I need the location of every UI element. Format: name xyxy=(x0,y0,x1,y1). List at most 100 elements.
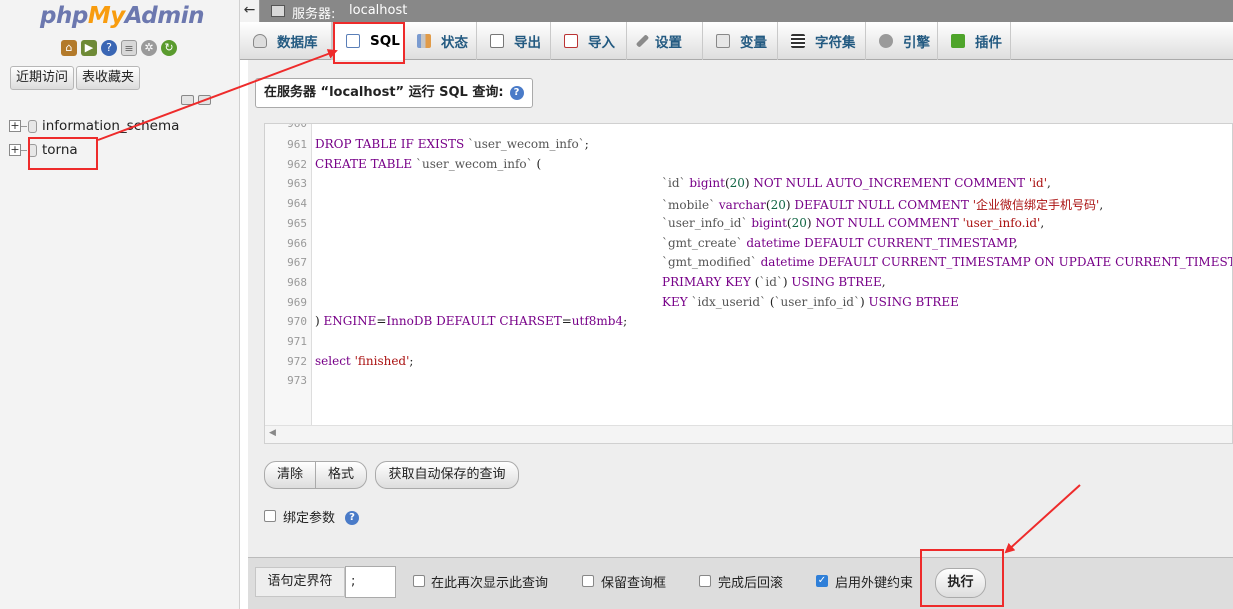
tab-export[interactable]: 导出 xyxy=(477,22,551,60)
charset-icon xyxy=(791,34,805,48)
format-button[interactable]: 格式 xyxy=(315,461,367,489)
help-icon[interactable]: ? xyxy=(509,86,524,100)
tab-settings[interactable]: 设置 xyxy=(627,22,703,60)
server-name-link[interactable]: localhost xyxy=(349,3,407,18)
help-icon[interactable]: ? xyxy=(101,40,117,56)
rollback-when-done-checkbox[interactable] xyxy=(699,575,711,587)
code-line: `id` bigint(20) NOT NULL AUTO_INCREMENT … xyxy=(662,176,1051,191)
link-with-main-icon[interactable] xyxy=(198,95,211,105)
tab-engines[interactable]: 引擎 xyxy=(866,22,938,60)
tab-plugins[interactable]: 插件 xyxy=(938,22,1011,60)
database-item-information-schema[interactable]: + information_schema xyxy=(9,116,179,136)
quick-icons: ⌂ ▶ ? ≡ ✲ ↻ xyxy=(61,40,177,56)
export-icon xyxy=(490,34,504,48)
breadcrumb: ← 服务器: localhost xyxy=(240,0,1233,22)
delimiter-input[interactable]: ; xyxy=(345,566,396,598)
horizontal-scrollbar[interactable]: ◀ xyxy=(265,425,1232,443)
line-number: 964 xyxy=(287,197,307,211)
tab-charset[interactable]: 字符集 xyxy=(778,22,866,60)
code-line: KEY `idx_userid` (`user_info_id`) USING … xyxy=(662,294,959,309)
server-label: 服务器: xyxy=(292,7,336,22)
home-icon[interactable]: ⌂ xyxy=(61,40,77,56)
docs-icon[interactable]: ≡ xyxy=(121,40,137,56)
line-number: 973 xyxy=(287,374,307,388)
tree-line xyxy=(21,149,27,151)
bind-params-checkbox[interactable] xyxy=(264,510,276,522)
collapse-nav-button[interactable]: ← xyxy=(240,0,260,22)
database-icon xyxy=(253,34,267,48)
tab-label: 引擎 xyxy=(903,35,930,51)
tab-label: 状态 xyxy=(441,35,468,51)
line-number-gutter: 960 961 962 963 964 965 966 967 968 969 970 971 972 9… xyxy=(265,124,312,427)
code-line: select 'finished'; xyxy=(315,353,414,368)
tab-databases[interactable]: 数据库 xyxy=(240,22,332,60)
expand-icon[interactable]: + xyxy=(9,144,21,156)
show-query-again-checkbox[interactable] xyxy=(413,575,425,587)
line-number: 967 xyxy=(287,256,307,270)
code-line: `gmt_modified` datetime DEFAULT CURRENT_… xyxy=(662,255,1232,270)
code-line: `mobile` varchar(20) DEFAULT NULL COMMEN… xyxy=(662,198,1104,213)
collapse-all-icon[interactable] xyxy=(181,95,194,105)
code-line: `gmt_create` datetime DEFAULT CURRENT_TI… xyxy=(662,235,1018,250)
engine-icon xyxy=(879,34,893,48)
sql-query-title: 在服务器 “localhost” 运行 SQL 查询: xyxy=(264,85,504,100)
tab-variables[interactable]: 变量 xyxy=(703,22,778,60)
variables-icon xyxy=(716,34,730,48)
tab-import[interactable]: 导入 xyxy=(551,22,627,60)
retain-query-box-checkbox[interactable] xyxy=(582,575,594,587)
phpmyadmin-window: phpMyAdmin ⌂ ▶ ? ≡ ✲ ↻ 近期访问 表收藏夹 + infor… xyxy=(0,0,1233,609)
favorites-tab[interactable]: 表收藏夹 xyxy=(76,66,141,90)
line-number: 970 xyxy=(287,315,307,329)
clear-button[interactable]: 清除 xyxy=(264,461,316,489)
enable-foreign-keys-label: 启用外键约束 xyxy=(835,576,914,591)
code-line: DROP TABLE IF EXISTS `user_wecom_info`; xyxy=(315,137,589,151)
rollback-when-done-label: 完成后回滚 xyxy=(718,576,784,591)
sql-query-heading: 在服务器 “localhost” 运行 SQL 查询: ? xyxy=(255,78,533,108)
tab-label: 字符集 xyxy=(815,35,856,51)
phpmyadmin-logo[interactable]: phpMyAdmin xyxy=(40,3,204,29)
tab-label: 数据库 xyxy=(277,35,318,51)
expand-icon[interactable]: + xyxy=(9,120,21,132)
code-line: -- ---------------------------- xyxy=(315,123,441,130)
annotation-box-sql-tab xyxy=(333,22,405,64)
get-autosaved-query-button[interactable]: 获取自动保存的查询 xyxy=(375,461,519,489)
annotation-box-torna xyxy=(28,137,98,170)
status-chart-icon xyxy=(417,34,431,48)
bind-params-label: 绑定参数 xyxy=(283,511,336,526)
line-number: 965 xyxy=(287,216,307,230)
settings-gear-icon[interactable]: ✲ xyxy=(141,40,157,56)
help-icon[interactable]: ? xyxy=(345,511,359,525)
line-number: 966 xyxy=(287,236,307,250)
line-number: 961 xyxy=(287,138,307,151)
database-icon xyxy=(28,119,37,133)
code-line: CREATE TABLE `user_wecom_info` ( xyxy=(315,156,542,171)
line-number: 963 xyxy=(287,177,307,191)
line-number: 960 xyxy=(287,123,307,130)
code-line: ) ENGINE=InnoDB DEFAULT CHARSET=utf8mb4; xyxy=(315,314,628,329)
code-line: PRIMARY KEY (`id`) USING BTREE, xyxy=(662,274,886,289)
line-number: 968 xyxy=(287,275,307,289)
line-number: 971 xyxy=(287,335,307,348)
retain-query-box-label: 保留查询框 xyxy=(601,576,667,591)
tab-label: 导出 xyxy=(514,35,541,51)
tab-status[interactable]: 状态 xyxy=(404,22,477,60)
exit-icon[interactable]: ▶ xyxy=(81,40,97,56)
line-number: 972 xyxy=(287,354,307,368)
delimiter-label: 语句定界符 xyxy=(255,567,345,597)
tree-line xyxy=(21,125,27,127)
server-icon xyxy=(271,5,285,17)
database-label[interactable]: information_schema xyxy=(42,118,179,134)
line-number: 962 xyxy=(287,157,307,171)
import-icon xyxy=(564,34,578,48)
annotation-box-go-button xyxy=(920,549,1004,607)
code-line: `user_info_id` bigint(20) NOT NULL COMME… xyxy=(662,215,1045,230)
reload-icon[interactable]: ↻ xyxy=(161,40,177,56)
scroll-left-arrow-icon[interactable]: ◀ xyxy=(269,428,276,438)
show-query-again-label: 在此再次显示此查询 xyxy=(431,576,549,591)
plugin-icon xyxy=(951,34,965,48)
navigation-panel: phpMyAdmin ⌂ ▶ ? ≡ ✲ ↻ 近期访问 表收藏夹 + infor… xyxy=(0,0,240,609)
recent-tab[interactable]: 近期访问 xyxy=(10,66,75,90)
enable-foreign-keys-checkbox[interactable]: ✓ xyxy=(816,575,828,587)
sql-editor[interactable]: 960 961 962 963 964 965 966 967 968 969 970 971 972 9… xyxy=(264,123,1233,444)
tab-label: 插件 xyxy=(975,35,1002,51)
